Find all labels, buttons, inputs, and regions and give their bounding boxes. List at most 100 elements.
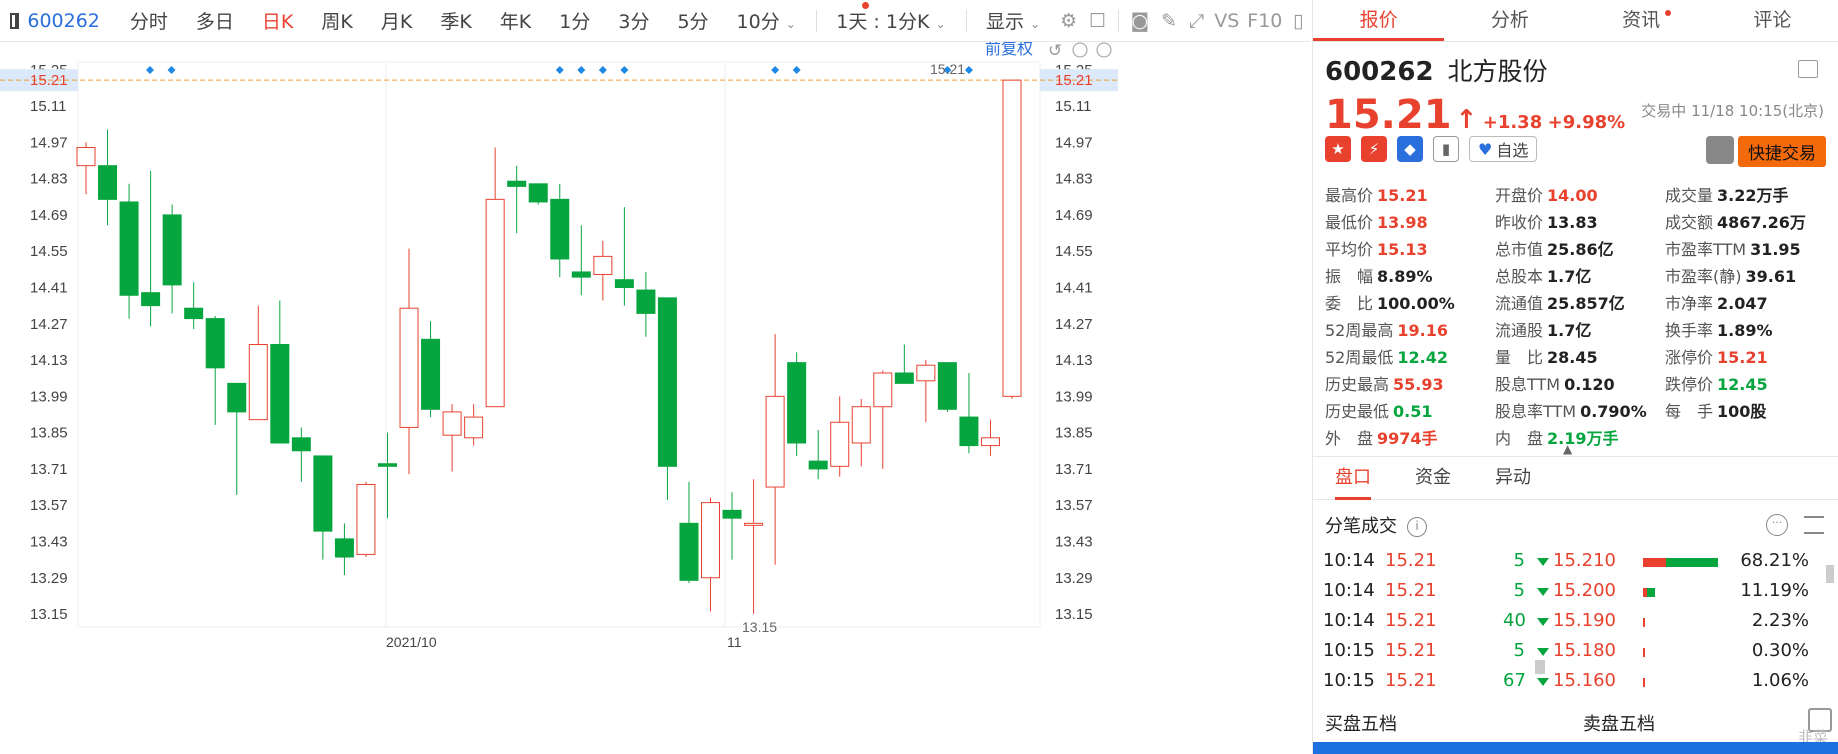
stat-value: 1.7亿 xyxy=(1547,321,1592,340)
add-watchlist-button[interactable]: ♥ 自选 xyxy=(1469,136,1538,162)
panel-toggle-icon[interactable] xyxy=(10,12,20,29)
candle-body xyxy=(334,538,354,558)
y-tick-label: 14.27 xyxy=(1055,316,1093,333)
tab-yidong[interactable]: 异动 xyxy=(1495,456,1531,500)
event-marker-icon xyxy=(964,66,973,74)
scrollbar[interactable] xyxy=(1826,565,1834,583)
candle-body xyxy=(722,509,742,519)
multi-day-select[interactable]: 1天 : 1分K ⌄ xyxy=(836,7,945,34)
tab-niank[interactable]: 年K xyxy=(500,7,531,34)
collapse-icon[interactable]: ▲ xyxy=(1563,442,1572,456)
dist-bar xyxy=(1643,588,1655,597)
tab-zijin[interactable]: 资金 xyxy=(1415,456,1451,500)
candle-body xyxy=(701,502,721,579)
stock-code-label[interactable]: 600262 xyxy=(27,10,100,32)
trade-time: 10:14 xyxy=(1323,580,1375,601)
y-tick-label: 13.29 xyxy=(1055,570,1093,587)
stat-cell: 成交额 4867.26万 xyxy=(1665,209,1835,236)
stat-key: 换手率 xyxy=(1665,321,1714,340)
tab-1min[interactable]: 1分 xyxy=(559,7,590,34)
flag-icon[interactable]: ★ xyxy=(1325,136,1351,162)
down-triangle-icon xyxy=(1537,558,1549,566)
sidebar-toggle-icon[interactable]: ▯ xyxy=(1292,8,1304,34)
bookmark-icon[interactable]: ▮ xyxy=(1433,136,1459,162)
tab-yuek[interactable]: 月K xyxy=(381,7,412,34)
vs-button[interactable]: VS xyxy=(1214,10,1239,32)
candle-body xyxy=(550,198,570,260)
tag-icon[interactable]: ◆ xyxy=(1397,136,1423,162)
candle-body xyxy=(76,147,96,167)
kline-chart[interactable]: 15.2515.2515.1115.1114.9714.9714.8314.83… xyxy=(0,42,1310,754)
stat-key: 历史最低 xyxy=(1325,402,1390,421)
stat-key: 成交量 xyxy=(1665,186,1714,205)
candle-body xyxy=(464,416,484,439)
stat-key: 流通值 xyxy=(1495,294,1544,313)
stats-row: 振 幅 8.89% 总股本 1.7亿 市盈率(静) 39.61 xyxy=(1325,263,1835,290)
list-icon[interactable] xyxy=(1804,516,1824,534)
tab-pinglun[interactable]: 评论 xyxy=(1707,0,1838,41)
candle-body xyxy=(442,411,462,436)
stat-key: 昨收价 xyxy=(1495,213,1544,232)
down-triangle-icon xyxy=(1537,588,1549,596)
candle-body xyxy=(765,395,785,488)
stat-key: 最低价 xyxy=(1325,213,1374,232)
stat-key: 振 幅 xyxy=(1325,267,1374,286)
stat-key: 涨停价 xyxy=(1665,348,1714,367)
info-icon[interactable]: i xyxy=(1407,517,1427,537)
tab-pankou[interactable]: 盘口 xyxy=(1335,456,1371,500)
pencil-icon[interactable]: ✎ xyxy=(1161,8,1177,34)
stats-grid: 最高价 15.21 开盘价 14.00 成交量 3.22万手 最低价 13.98 昨收价 13.8… xyxy=(1325,182,1835,452)
menu-icon[interactable] xyxy=(1798,60,1818,78)
trade-row: 10:14 15.21 40 15.190 2.23% xyxy=(1313,606,1838,636)
stat-cell: 换手率 1.89% xyxy=(1665,317,1835,344)
stat-cell: 平均价 15.13 xyxy=(1325,236,1495,263)
tab-baojia[interactable]: 报价 xyxy=(1313,0,1445,41)
tab-zixun[interactable]: 资讯 xyxy=(1576,0,1707,41)
stats-row: 最高价 15.21 开盘价 14.00 成交量 3.22万手 xyxy=(1325,182,1835,209)
fullscreen-icon[interactable]: ⤢ xyxy=(1189,8,1204,34)
tab-3min[interactable]: 3分 xyxy=(618,7,649,34)
candle-body xyxy=(593,255,613,276)
candle-body xyxy=(614,279,634,288)
stat-cell: 市净率 2.047 xyxy=(1665,290,1835,317)
stat-cell: 成交量 3.22万手 xyxy=(1665,182,1835,209)
tab-jik[interactable]: 季K xyxy=(440,7,471,34)
trades-header: 分笔成交 i xyxy=(1325,512,1427,538)
multi-day-label: 1天 : 1分K xyxy=(836,11,930,33)
tab-fenshi[interactable]: 分时 xyxy=(130,7,168,34)
stat-value: 2.19万手 xyxy=(1547,429,1619,448)
candle-body xyxy=(894,372,914,384)
quick-trade-button[interactable]: 快捷交易 xyxy=(1738,136,1826,167)
more-icon[interactable]: ··· xyxy=(1766,514,1788,536)
f10-button[interactable]: F10 xyxy=(1247,10,1282,32)
y-tick-label: 13.57 xyxy=(1055,497,1093,514)
display-dropdown[interactable]: 显示 ⌄ xyxy=(986,7,1040,34)
camera-icon[interactable]: ◙ xyxy=(1131,8,1149,34)
tab-5min[interactable]: 5分 xyxy=(677,7,708,34)
notification-dot xyxy=(1664,10,1671,16)
undo-icon: ↺ xyxy=(1048,42,1062,61)
tab-rik[interactable]: 日K xyxy=(262,7,293,34)
scrollbar[interactable] xyxy=(1535,660,1545,674)
stat-value: 15.21 xyxy=(1377,186,1428,205)
stat-value: 1.89% xyxy=(1717,321,1773,340)
stat-value: 13.83 xyxy=(1547,213,1598,232)
tab-fenxi[interactable]: 分析 xyxy=(1444,0,1575,41)
tab-10min[interactable]: 10分 ⌄ xyxy=(737,7,796,34)
stat-cell: 委 比 100.00% xyxy=(1325,290,1495,317)
stat-value: 31.95 xyxy=(1750,240,1801,259)
trade-time: 10:15 xyxy=(1323,670,1375,691)
stat-cell: 开盘价 14.00 xyxy=(1495,182,1665,209)
lightning-icon[interactable]: ⚡ xyxy=(1361,136,1387,162)
tab-duori[interactable]: 多日 xyxy=(196,7,234,34)
gear-icon[interactable]: ⚙ xyxy=(1060,8,1077,34)
stat-cell: 昨收价 13.83 xyxy=(1495,209,1665,236)
checkbox-icon[interactable]: ☐ xyxy=(1089,8,1106,34)
tab-zhouk[interactable]: 周K xyxy=(321,7,352,34)
bell-icon[interactable] xyxy=(1706,136,1734,164)
trade-time: 10:14 xyxy=(1323,610,1375,631)
stat-value: 100股 xyxy=(1717,402,1767,421)
zoom-in-icon xyxy=(1096,42,1112,58)
candle-body xyxy=(851,406,871,444)
trade-price: 15.21 xyxy=(1385,640,1437,661)
